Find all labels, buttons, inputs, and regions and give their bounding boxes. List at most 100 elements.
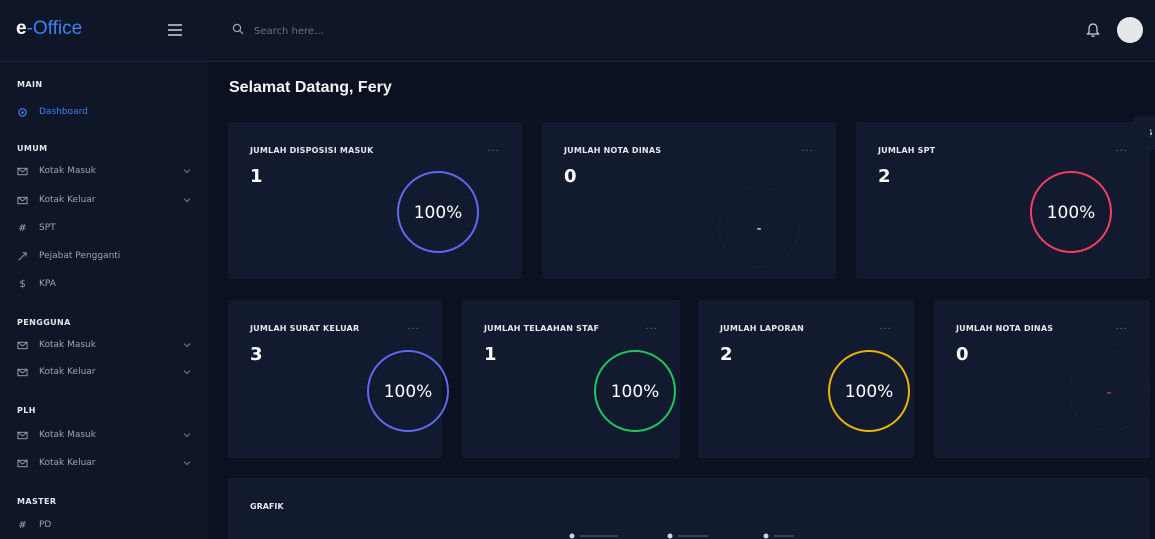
mail-icon bbox=[17, 196, 28, 205]
card-nota-dinas-2: JUMLAH NOTA DINAS ... 0 - bbox=[934, 300, 1150, 458]
progress-ring: 100% bbox=[828, 350, 910, 432]
card-nota-dinas: JUMLAH NOTA DINAS ... 0 - bbox=[542, 122, 836, 279]
more-options-icon[interactable]: ... bbox=[487, 143, 500, 154]
sidebar-item-label: Dashboard bbox=[39, 107, 88, 117]
card-spt: JUMLAH SPT ... 2 100% bbox=[856, 122, 1150, 279]
sidebar-item-kpa[interactable]: $ KPA bbox=[17, 277, 192, 293]
sidebar-item-label: SPT bbox=[39, 223, 56, 233]
mail-icon bbox=[17, 368, 28, 377]
dollar-icon: $ bbox=[19, 279, 26, 290]
more-options-icon[interactable]: ... bbox=[1115, 321, 1128, 332]
progress-ring: 100% bbox=[397, 171, 479, 253]
sidebar-item-label: Kotak Keluar bbox=[39, 367, 96, 377]
hash-icon: # bbox=[18, 520, 27, 531]
ring-percent: - bbox=[756, 221, 761, 237]
card-title: JUMLAH NOTA DINAS bbox=[564, 146, 662, 155]
more-options-icon[interactable]: ... bbox=[879, 321, 892, 332]
progress-ring: 100% bbox=[594, 350, 676, 432]
ring-percent: - bbox=[1106, 385, 1111, 401]
more-options-icon[interactable]: ... bbox=[645, 321, 658, 332]
top-bar: e-Office bbox=[0, 0, 1155, 62]
sidebar-item-label: Kotak Masuk bbox=[39, 430, 96, 440]
search-input[interactable] bbox=[254, 22, 454, 40]
card-value: 2 bbox=[878, 166, 891, 187]
card-value: 1 bbox=[484, 344, 497, 365]
sidebar-item-label: Kotak Masuk bbox=[39, 340, 96, 350]
section-title-plh: PLH bbox=[17, 406, 36, 415]
sidebar-item-kotak-keluar[interactable]: Kotak Keluar bbox=[17, 193, 192, 209]
ring-percent: 100% bbox=[384, 382, 433, 402]
chart-legend-placeholder bbox=[569, 533, 794, 539]
brand-logo[interactable]: e-Office bbox=[16, 18, 82, 40]
card-title: JUMLAH SURAT KELUAR bbox=[250, 324, 360, 333]
chevron-down-icon bbox=[183, 370, 191, 375]
card-grafik: GRAFIK bbox=[228, 478, 1150, 539]
card-title: JUMLAH NOTA DINAS bbox=[956, 324, 1054, 333]
section-title-master: MASTER bbox=[17, 497, 57, 506]
card-value: 2 bbox=[720, 344, 733, 365]
app-root: e-Office MAIN Dashboard UMUM Kotak Masuk bbox=[0, 0, 1155, 539]
card-value: 0 bbox=[564, 166, 577, 187]
section-title-umum: UMUM bbox=[17, 144, 48, 153]
card-telaahan-staf: JUMLAH TELAAHAN STAF ... 1 100% bbox=[462, 300, 680, 458]
card-value: 0 bbox=[956, 344, 969, 365]
sidebar-item-label: Kotak Masuk bbox=[39, 166, 96, 176]
ring-percent: 100% bbox=[611, 382, 660, 402]
chevron-down-icon bbox=[183, 198, 191, 203]
card-disposisi-masuk: JUMLAH DISPOSISI MASUK ... 1 100% bbox=[228, 122, 522, 279]
card-value: 3 bbox=[250, 344, 263, 365]
card-surat-keluar: JUMLAH SURAT KELUAR ... 3 100% bbox=[228, 300, 449, 458]
avatar[interactable] bbox=[1117, 17, 1143, 43]
more-options-icon[interactable]: ... bbox=[407, 321, 420, 332]
sidebar-item-label: Kotak Keluar bbox=[39, 195, 96, 205]
bell-icon[interactable] bbox=[1086, 22, 1100, 38]
mail-icon bbox=[17, 459, 28, 468]
sidebar-item-pengguna-kotak-masuk[interactable]: Kotak Masuk bbox=[17, 338, 192, 354]
card-title: JUMLAH TELAAHAN STAF bbox=[484, 324, 600, 333]
sidebar-item-pengguna-kotak-keluar[interactable]: Kotak Keluar bbox=[17, 365, 192, 381]
sidebar-item-label: Kotak Keluar bbox=[39, 458, 96, 468]
card-value: 1 bbox=[250, 166, 263, 187]
mail-icon bbox=[17, 167, 28, 176]
sidebar-item-plh-kotak-keluar[interactable]: Kotak Keluar bbox=[17, 456, 192, 472]
sidebar-item-label: KPA bbox=[39, 279, 56, 289]
sidebar-item-spt[interactable]: # SPT bbox=[17, 221, 192, 237]
more-options-icon[interactable]: ... bbox=[1115, 143, 1128, 154]
mail-icon bbox=[17, 341, 28, 350]
search-icon bbox=[232, 23, 244, 35]
sidebar-item-plh-kotak-masuk[interactable]: Kotak Masuk bbox=[17, 428, 192, 444]
chevron-down-icon bbox=[183, 169, 191, 174]
progress-ring: 100% bbox=[1030, 171, 1112, 253]
expand-icon bbox=[18, 252, 27, 261]
ring-percent: 100% bbox=[845, 382, 894, 402]
sidebar-item-label: PD bbox=[39, 520, 52, 530]
hash-icon: # bbox=[18, 223, 27, 234]
progress-ring: - bbox=[1068, 350, 1150, 432]
search-bar bbox=[232, 22, 472, 42]
sidebar-item-pd[interactable]: # PD bbox=[17, 518, 192, 534]
mail-icon bbox=[17, 431, 28, 440]
card-title: JUMLAH SPT bbox=[878, 146, 936, 155]
section-title-main: MAIN bbox=[17, 80, 43, 89]
chevron-down-icon bbox=[183, 433, 191, 438]
dashboard-icon bbox=[18, 108, 27, 117]
sidebar-item-label: Pejabat Pengganti bbox=[39, 251, 121, 261]
sidebar-item-dashboard[interactable]: Dashboard bbox=[17, 105, 192, 121]
main-content: Selamat Datang, Fery JUMLAH DISPOSISI MA… bbox=[208, 62, 1155, 539]
menu-toggle-icon[interactable] bbox=[168, 24, 182, 36]
ring-percent: 100% bbox=[1047, 203, 1096, 223]
sidebar-item-kotak-masuk[interactable]: Kotak Masuk bbox=[17, 164, 192, 180]
card-title: JUMLAH LAPORAN bbox=[720, 324, 805, 333]
brand-prefix: e bbox=[16, 18, 27, 39]
card-title: GRAFIK bbox=[250, 502, 284, 511]
page-title: Selamat Datang, Fery bbox=[229, 79, 392, 96]
chevron-down-icon bbox=[183, 343, 191, 348]
section-title-pengguna: PENGGUNA bbox=[17, 318, 71, 327]
more-options-icon[interactable]: ... bbox=[801, 143, 814, 154]
sidebar: MAIN Dashboard UMUM Kotak Masuk Kotak Ke… bbox=[0, 62, 208, 539]
ring-percent: 100% bbox=[414, 203, 463, 223]
sidebar-item-pejabat-pengganti[interactable]: Pejabat Pengganti bbox=[17, 249, 192, 265]
progress-ring: - bbox=[718, 186, 800, 268]
card-laporan: JUMLAH LAPORAN ... 2 100% bbox=[698, 300, 914, 458]
chevron-down-icon bbox=[183, 461, 191, 466]
